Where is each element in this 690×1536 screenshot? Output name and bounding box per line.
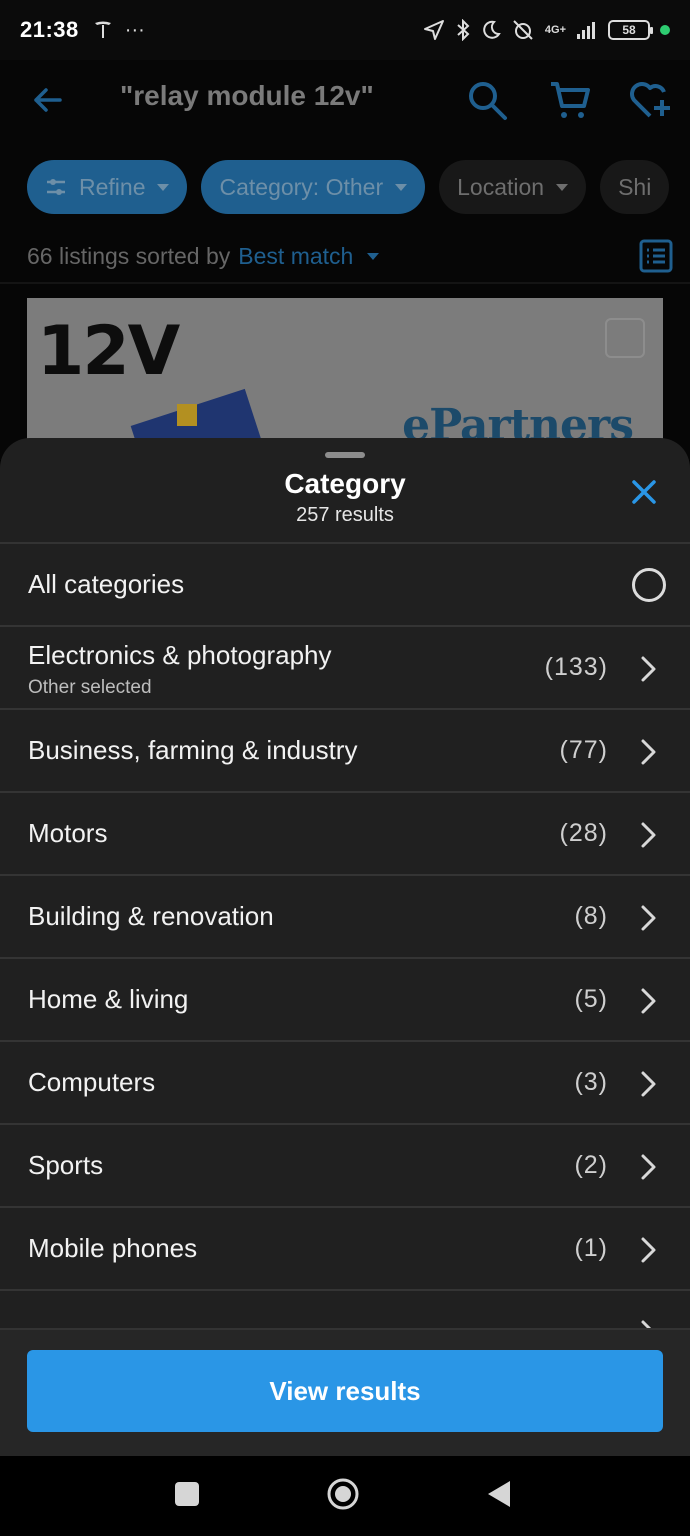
alarm-off-icon (513, 20, 533, 40)
battery-icon: 58 (608, 20, 653, 40)
category-count: (5) (574, 985, 608, 1013)
filter-chip-row: Refine Category: Other Location Shi (27, 160, 670, 214)
sheet-drag-handle[interactable] (325, 452, 365, 458)
battery-level: 58 (622, 23, 636, 37)
cart-icon[interactable] (548, 78, 592, 122)
category-count: (8) (574, 902, 608, 930)
list-view-icon[interactable] (639, 239, 673, 273)
listing-count: 66 listings sorted by (27, 242, 231, 269)
chevron-right-icon (641, 988, 656, 1014)
category-count: (28) (559, 819, 608, 847)
category-name: Sports (28, 1150, 104, 1180)
chevron-right-icon (641, 1237, 656, 1263)
search-icon[interactable] (465, 78, 509, 122)
sort-dropdown[interactable]: Best match (238, 243, 353, 270)
shipping-chip-label: Shi (618, 173, 652, 200)
category-name: Home & living (28, 984, 189, 1014)
sheet-result-count: 257 results (296, 504, 394, 526)
chevron-right-icon (641, 905, 656, 931)
home-icon[interactable] (326, 1477, 360, 1511)
close-icon[interactable] (624, 472, 664, 512)
privacy-indicator-dot (660, 25, 670, 35)
category-row[interactable]: Building & renovation (8) (0, 876, 690, 959)
chevron-right-icon (641, 822, 656, 848)
tesla-icon (94, 21, 111, 38)
category-row-all[interactable]: All categories (0, 544, 690, 627)
sheet-footer: View results (0, 1328, 690, 1456)
chevron-down-icon (556, 183, 569, 191)
refine-chip[interactable]: Refine (27, 160, 188, 214)
category-count: (77) (559, 736, 608, 764)
category-name: Motors (28, 818, 108, 848)
category-selection-note: Other selected (28, 677, 152, 698)
status-time: 21:38 (20, 17, 79, 42)
chevron-right-icon (641, 1071, 656, 1097)
category-row[interactable]: Motors (28) (0, 793, 690, 876)
category-count: (2) (574, 1151, 608, 1179)
back-arrow-icon[interactable] (28, 80, 68, 120)
category-count: (1) (574, 1234, 608, 1262)
favorite-add-icon[interactable] (628, 78, 672, 122)
sliders-icon (47, 179, 65, 195)
search-results-page: "relay module 12v" Refine Category: Othe… (0, 60, 690, 460)
category-name: Building & renovation (28, 901, 274, 931)
back-triangle-icon[interactable] (486, 1479, 512, 1509)
app-header: "relay module 12v" (0, 60, 690, 140)
category-count: (133) (544, 653, 608, 681)
category-name: Business, farming & industry (28, 735, 358, 765)
category-name: Electronics & photography (28, 640, 332, 670)
category-row[interactable]: Business, farming & industry (77) (0, 710, 690, 793)
more-notifications-icon: ··· (124, 18, 145, 41)
chevron-down-icon (367, 252, 380, 260)
category-row[interactable]: Electronics & photography Other selected… (0, 627, 690, 710)
divider (0, 282, 690, 284)
category-count: (3) (574, 1068, 608, 1096)
view-results-button[interactable]: View results (27, 1350, 663, 1432)
search-query-title[interactable]: "relay module 12v" (120, 80, 374, 112)
chevron-right-icon (641, 656, 656, 682)
category-chip-label: Category: Other (219, 173, 384, 200)
chevron-right-icon (641, 739, 656, 765)
recents-icon[interactable] (175, 1482, 199, 1506)
network-indicator: 4G+ (544, 23, 566, 36)
thumbnail-text: 12V (37, 312, 180, 391)
watermark-icon (605, 318, 645, 358)
refine-chip-label: Refine (79, 173, 146, 200)
category-name: Mobile phones (28, 1233, 198, 1263)
category-row[interactable]: Computers (3) (0, 1042, 690, 1125)
chevron-down-icon (395, 183, 408, 191)
shipping-chip[interactable]: Shi (600, 160, 670, 214)
moon-icon (483, 20, 501, 39)
listing-count-bar: 66 listings sorted by Best match (27, 236, 673, 276)
bluetooth-icon (457, 19, 470, 41)
category-list: All categories Electronics & photography… (0, 544, 690, 1374)
category-row[interactable]: Sports (2) (0, 1125, 690, 1208)
location-chip[interactable]: Location (439, 160, 587, 214)
location-arrow-icon (423, 20, 444, 40)
sheet-title: Category (284, 468, 406, 499)
category-chip[interactable]: Category: Other (201, 160, 426, 214)
status-bar: 21:38 ··· 4G+ 58 (0, 0, 690, 60)
category-name: All categories (28, 569, 185, 599)
relay-jumper-image (177, 404, 197, 426)
category-name: Computers (28, 1067, 156, 1097)
category-bottom-sheet: Category 257 results All categories Elec… (0, 438, 690, 1456)
category-row[interactable]: Home & living (5) (0, 959, 690, 1042)
location-chip-label: Location (457, 173, 545, 200)
chevron-down-icon (157, 183, 170, 191)
listing-thumbnail[interactable]: 12V ePartners (27, 298, 663, 458)
system-nav-bar (0, 1456, 690, 1536)
radio-button[interactable] (632, 568, 666, 602)
divider (0, 1328, 690, 1330)
category-row[interactable]: Mobile phones (1) (0, 1208, 690, 1291)
signal-icon (577, 22, 595, 39)
chevron-right-icon (641, 1154, 656, 1180)
